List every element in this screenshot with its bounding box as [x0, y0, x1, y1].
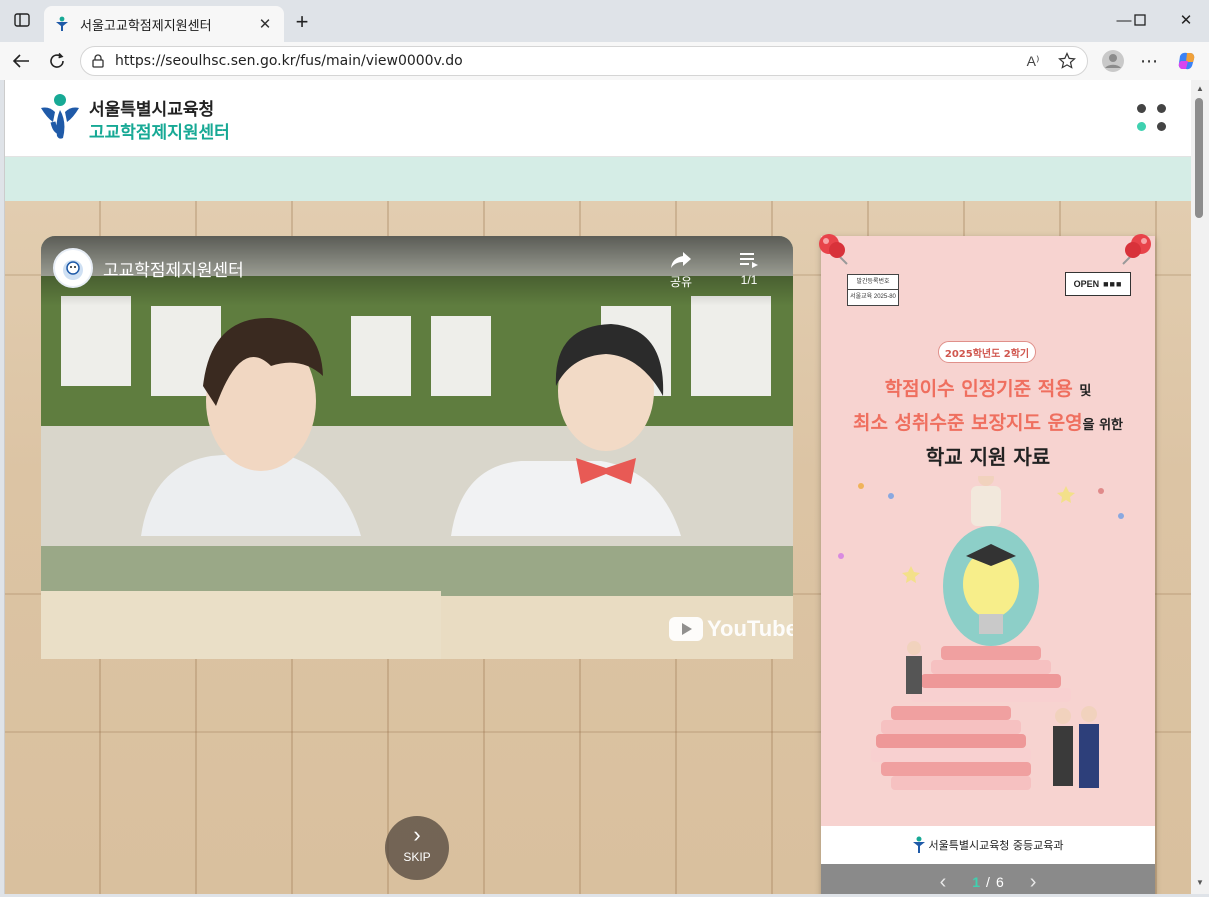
site-menu-icon[interactable] [1133, 102, 1169, 134]
seoul-education-logo-icon[interactable] [39, 92, 83, 140]
notice-poster[interactable]: 발간등록번호 서울교육 2025-80 OPEN ■■■ 2025학년도 2학기… [821, 236, 1155, 894]
page-separator: / [986, 874, 990, 890]
pub-label: 발간등록번호 [856, 279, 890, 285]
youtube-play-icon [669, 617, 703, 641]
poster-title-line3: 학교 지원 자료 [925, 445, 1051, 469]
title-line2-main: 최소 성취수준 보장지도 운영 [852, 412, 1083, 434]
video-channel-title[interactable]: 고교학점제지원센터 [103, 256, 244, 281]
title-line2-suffix: 을 위한 [1082, 418, 1123, 433]
title-line1-suffix: 및 [1079, 384, 1092, 399]
lock-icon [92, 54, 104, 68]
poster-footer: 서울특별시교육청 중등교육과 [821, 826, 1155, 864]
read-aloud-icon[interactable]: A⁾ [1019, 47, 1047, 75]
reload-icon[interactable] [42, 46, 72, 76]
page-viewport: 서울특별시교육청 고교학점제지원센터 고교학점제지원센터 공유 1/1 YouT… [4, 80, 1191, 894]
publication-number-box: 발간등록번호 서울교육 2025-80 [847, 274, 899, 306]
semester-badge: 2025학년도 2학기 [938, 341, 1036, 363]
tab-title: 서울고교학점제지원센터 [80, 18, 212, 34]
prev-page-icon[interactable]: ‹ [940, 871, 947, 894]
mint-banner-strip [5, 157, 1191, 201]
channel-avatar[interactable] [53, 248, 93, 288]
youtube-logo[interactable]: YouTube [669, 616, 793, 642]
next-page-icon[interactable]: › [1030, 871, 1037, 894]
browser-tab-active[interactable]: 서울고교학점제지원센터 ✕ [44, 6, 284, 42]
pub-number: 서울교육 2025-80 [848, 289, 898, 304]
scroll-thumb[interactable] [1195, 98, 1203, 218]
poster-illustration [838, 476, 1124, 790]
page-scrollbar[interactable]: ▲ ▼ [1191, 80, 1209, 894]
share-button[interactable]: 공유 [661, 250, 701, 290]
browser-tab-bar: 서울고교학점제지원센터 ✕ + — ✕ [0, 0, 1209, 42]
center-name[interactable]: 고교학점제지원센터 [89, 118, 230, 143]
tab-close-icon[interactable]: ✕ [256, 15, 274, 33]
current-page: 1 [972, 874, 981, 890]
scroll-down-icon[interactable]: ▼ [1194, 878, 1206, 888]
site-favicon-icon [56, 16, 68, 31]
org-name[interactable]: 서울특별시교육청 [89, 95, 214, 120]
youtube-video-player[interactable]: 고교학점제지원센터 공유 1/1 YouTube [41, 236, 793, 659]
address-bar[interactable]: https://seoulhsc.sen.go.kr/fus/main/view… [80, 46, 1088, 76]
scroll-up-icon[interactable]: ▲ [1194, 84, 1206, 94]
poster-title-line2: 최소 성취수준 보장지도 운영을 위한 [821, 408, 1155, 435]
poster-pagination: ‹ 1 / 6 › [821, 864, 1155, 894]
skip-label: SKIP [403, 850, 431, 864]
profile-avatar-icon[interactable] [1098, 46, 1128, 76]
playlist-count: 1/1 [740, 273, 758, 287]
poster-footer-text: 서울특별시교육청 중등교육과 [928, 839, 1064, 852]
window-close-icon[interactable]: ✕ [1168, 4, 1204, 36]
copilot-icon[interactable] [1172, 46, 1202, 76]
open-label: OPEN [1073, 279, 1100, 289]
open-license-badge: OPEN ■■■ [1065, 272, 1131, 296]
skip-button[interactable]: › SKIP [385, 816, 449, 880]
site-header: 서울특별시교육청 고교학점제지원센터 [5, 80, 1191, 157]
url-text: https://seoulhsc.sen.go.kr/fus/main/view… [115, 53, 463, 69]
browser-toolbar: https://seoulhsc.sen.go.kr/fus/main/view… [0, 42, 1209, 80]
tab-actions-icon[interactable] [4, 4, 40, 36]
new-tab-button[interactable]: + [288, 8, 316, 36]
share-label: 공유 [669, 275, 693, 289]
favorite-star-icon[interactable] [1053, 47, 1081, 75]
youtube-label: YouTube [707, 616, 793, 641]
share-icon [671, 252, 691, 268]
pushpin-left-icon [819, 234, 848, 265]
seoul-education-small-logo-icon [913, 836, 926, 853]
title-line1-main: 학점이수 인정기준 적용 [884, 378, 1073, 400]
pushpin-right-icon [1122, 234, 1151, 265]
playlist-button[interactable]: 1/1 [729, 250, 769, 287]
chevron-right-icon: › [413, 822, 421, 847]
more-options-icon[interactable]: ⋯ [1134, 46, 1164, 76]
poster-title-line1: 학점이수 인정기준 적용 및 [821, 374, 1155, 401]
total-pages: 6 [995, 874, 1004, 890]
back-icon[interactable] [6, 46, 36, 76]
playlist-icon [740, 253, 758, 268]
maximize-icon[interactable] [1122, 4, 1158, 36]
